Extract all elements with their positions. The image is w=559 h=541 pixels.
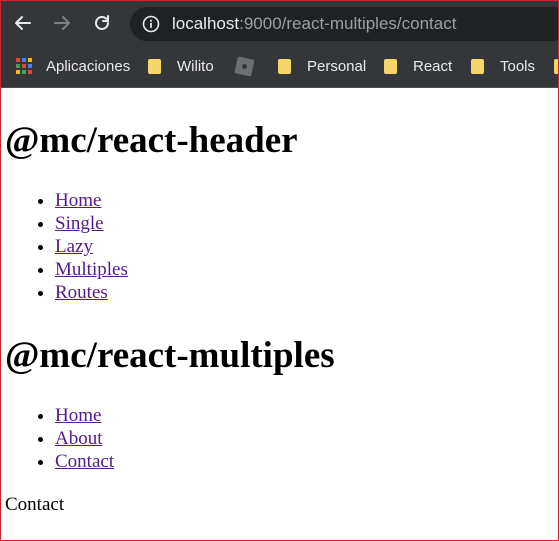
nav-item-home: Home	[55, 404, 114, 427]
nav-link-home[interactable]: Home	[55, 405, 101, 426]
folder-icon	[554, 58, 559, 74]
forward-button[interactable]	[47, 8, 77, 38]
bookmark-react[interactable]: React	[384, 48, 452, 84]
forward-arrow-icon	[54, 16, 70, 30]
bookmark-tools[interactable]: Tools	[471, 48, 535, 84]
bookmark-overflow[interactable]	[554, 48, 559, 84]
url-host: localhost	[172, 14, 240, 33]
nav-item-about: About	[55, 427, 114, 450]
address-bar[interactable]: localhost:9000/react-multiples/contact	[130, 7, 559, 41]
reload-icon	[95, 15, 109, 30]
back-button[interactable]	[8, 8, 38, 38]
bookmark-personal[interactable]: Personal	[278, 48, 366, 84]
url-text[interactable]: localhost:9000/react-multiples/contact	[172, 7, 456, 41]
bookmark-label: Aplicaciones	[46, 57, 131, 75]
nav-item-contact: Contact	[55, 450, 114, 473]
multiples-title: @mc/react-multiples	[5, 335, 335, 376]
browser-toolbar: localhost:9000/react-multiples/contact	[0, 0, 559, 48]
extension-icon[interactable]	[234, 56, 255, 77]
contact-page-text: Contact	[5, 494, 65, 515]
folder-icon	[471, 58, 484, 74]
nav-link-home[interactable]: Home	[55, 190, 101, 211]
nav-link-contact[interactable]: Contact	[55, 451, 114, 472]
folder-icon	[384, 58, 397, 74]
info-icon[interactable]	[142, 15, 160, 33]
nav-item-single: Single	[55, 212, 128, 235]
bookmark-label: React	[413, 57, 453, 75]
page-content: @mc/react-header Home Single Lazy Multip…	[0, 88, 559, 541]
header-nav: Home Single Lazy Multiples Routes	[0, 189, 128, 304]
multiples-nav: Home About Contact	[0, 404, 114, 473]
folder-icon	[278, 58, 291, 74]
bookmarks-bar: Aplicaciones Wilito Personal React Tools	[0, 48, 559, 88]
nav-link-single[interactable]: Single	[55, 213, 104, 234]
nav-link-routes[interactable]: Routes	[55, 282, 108, 303]
nav-link-about[interactable]: About	[55, 428, 103, 449]
url-path: :9000/react-multiples/contact	[239, 14, 457, 33]
bookmark-label: Tools	[500, 57, 536, 75]
nav-item-lazy: Lazy	[55, 235, 128, 258]
apps-grid-icon	[16, 58, 32, 74]
header-title: @mc/react-header	[5, 120, 298, 161]
nav-item-multiples: Multiples	[55, 258, 128, 281]
back-arrow-icon	[15, 16, 31, 30]
bookmark-aplicaciones[interactable]: Aplicaciones	[16, 48, 130, 84]
reload-button[interactable]	[87, 8, 117, 38]
nav-item-routes: Routes	[55, 281, 128, 304]
bookmark-label: Personal	[307, 57, 367, 75]
bookmark-label: Wilito	[177, 57, 214, 75]
nav-item-home: Home	[55, 189, 128, 212]
nav-link-multiples[interactable]: Multiples	[55, 259, 128, 280]
folder-icon	[148, 58, 161, 74]
bookmark-wilito[interactable]: Wilito	[148, 48, 214, 84]
nav-link-lazy[interactable]: Lazy	[55, 236, 93, 257]
